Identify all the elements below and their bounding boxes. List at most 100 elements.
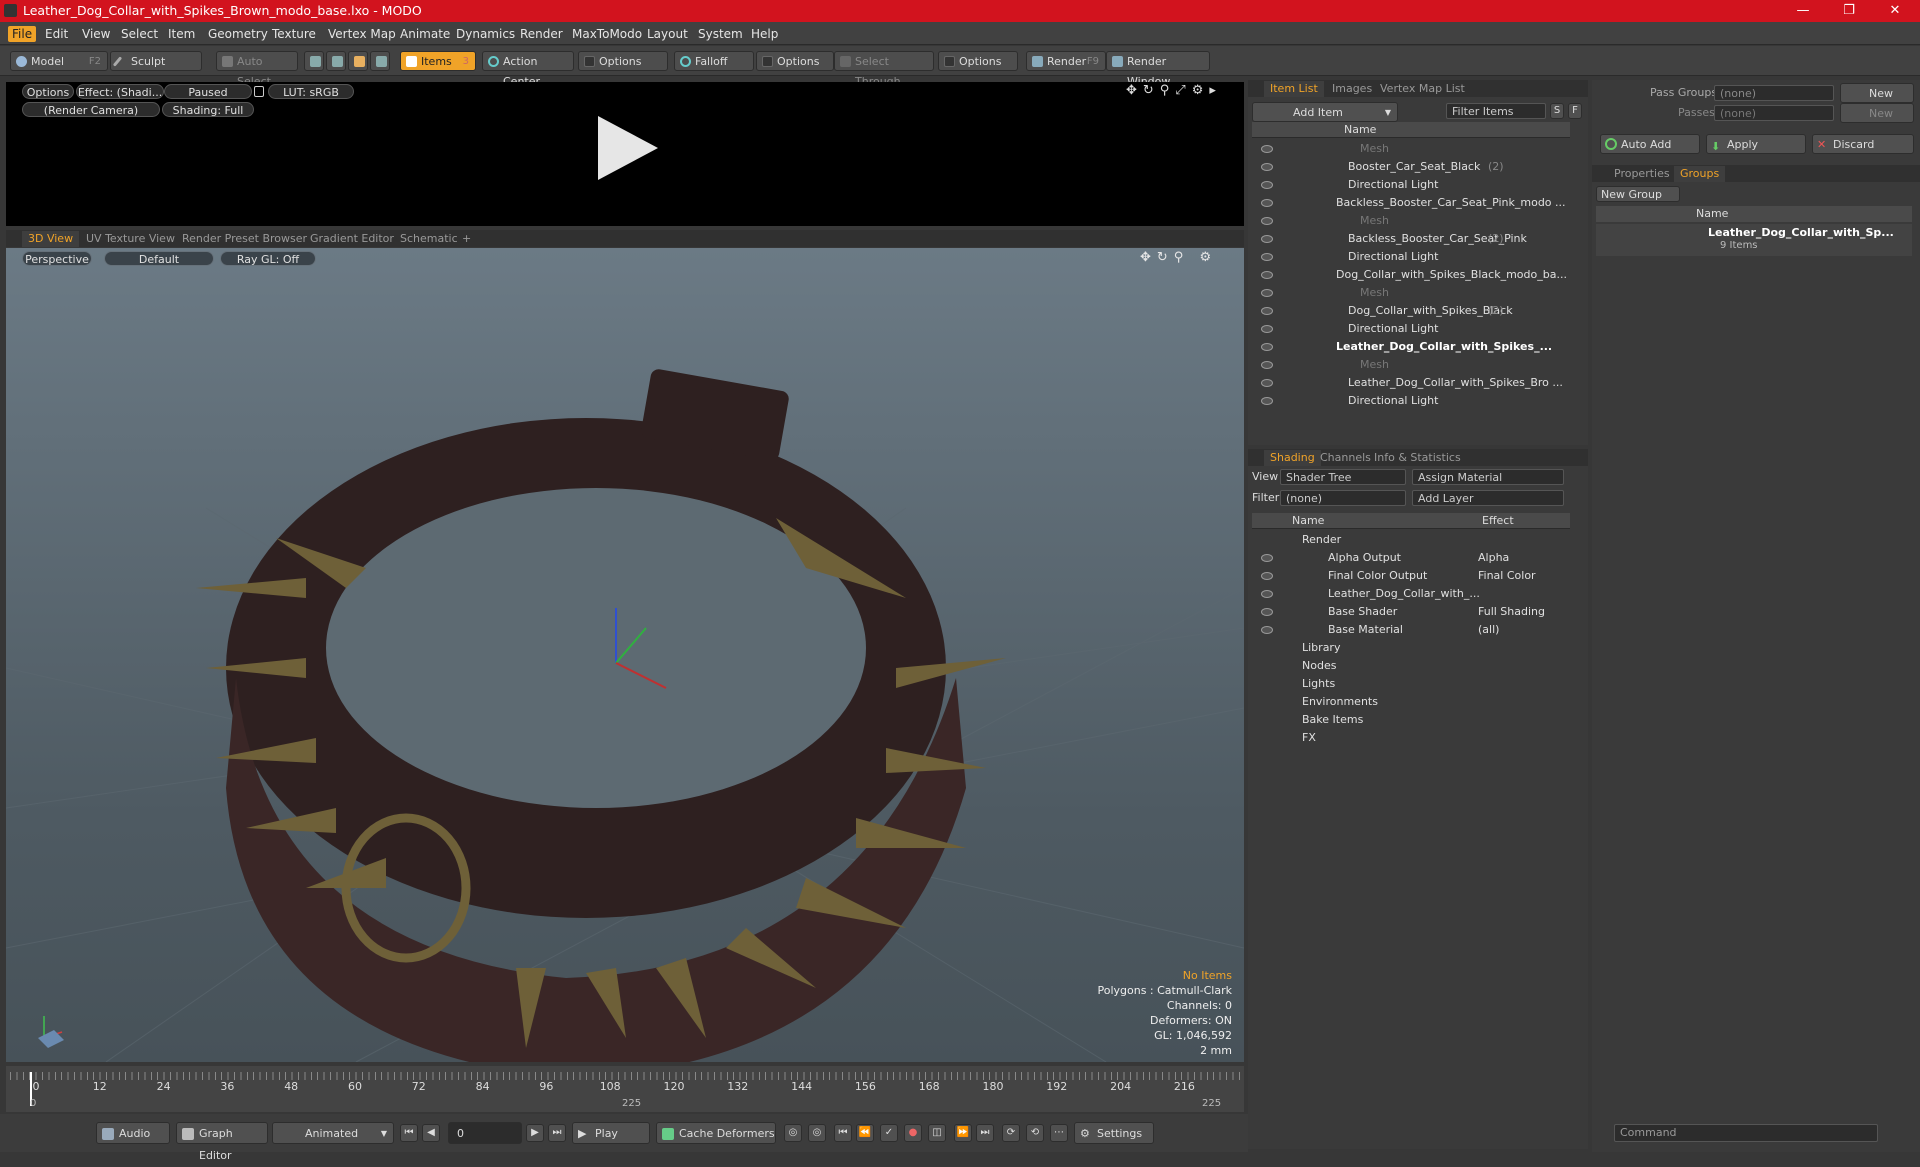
visibility-eye-icon[interactable] (1261, 163, 1273, 171)
shader-row[interactable]: Nodes (1252, 657, 1570, 675)
shader-row[interactable]: Leather_Dog_Collar_with_... (1252, 585, 1570, 603)
visibility-eye-icon[interactable] (1261, 397, 1273, 405)
render-window-button[interactable]: Render Window (1106, 51, 1210, 88)
item-row[interactable]: Directional Light (1252, 176, 1570, 194)
item-row[interactable]: Directional Light (1252, 392, 1570, 410)
search-s-button[interactable]: S (1550, 103, 1564, 119)
new-pass-group-button[interactable]: New (1840, 83, 1914, 103)
play-icon[interactable] (592, 114, 662, 182)
menu-select[interactable]: Select (117, 26, 162, 42)
render-view-controls[interactable]: ✥↻⚲⤢⚙▸ (1126, 83, 1222, 98)
key-auto-icon[interactable]: ◎ (808, 1124, 826, 1142)
visibility-eye-icon[interactable] (1261, 343, 1273, 351)
menu-texture[interactable]: Texture (268, 26, 320, 42)
tab-schematic[interactable]: Schematic (394, 231, 464, 247)
visibility-eye-icon[interactable] (1261, 235, 1273, 243)
menu-layout[interactable]: Layout (643, 26, 692, 42)
new-pass-button[interactable]: New (1840, 103, 1914, 123)
shader-row[interactable]: Final Color Output Final Color (1252, 567, 1570, 585)
item-row[interactable]: Mesh (1252, 140, 1570, 158)
model-mode-button[interactable]: Model F2 (10, 51, 108, 71)
camera-dropdown[interactable]: (Render Camera) (22, 102, 160, 117)
assign-material-button[interactable]: Assign Material (1412, 469, 1564, 485)
paused-toggle[interactable]: Paused (164, 84, 252, 99)
add-item-dropdown[interactable]: Add Item ▼ (1252, 102, 1398, 122)
key-icon[interactable]: ◎ (784, 1124, 802, 1142)
select-through-button[interactable]: Select Through (834, 51, 934, 88)
filter-dropdown[interactable]: (none) (1280, 490, 1406, 506)
menu-view[interactable]: View (78, 26, 114, 42)
record-icon[interactable]: ● (904, 1124, 922, 1142)
items-mode-button[interactable]: Items 3 (400, 51, 476, 71)
select-through-options-button[interactable]: Options (938, 51, 1018, 71)
maximize-button[interactable]: ❐ (1826, 0, 1872, 22)
menu-edit[interactable]: Edit (41, 26, 72, 42)
visibility-eye-icon[interactable] (1261, 181, 1273, 189)
shader-row[interactable]: Base Material (all) (1252, 621, 1570, 639)
shader-effect[interactable]: Alpha (1478, 549, 1509, 567)
visibility-eye-icon[interactable] (1261, 379, 1273, 387)
visibility-eye-icon[interactable] (1261, 608, 1273, 616)
tab-images[interactable]: Images (1326, 81, 1378, 97)
item-row[interactable]: Dog_Collar_with_Spikes_Black_modo_ba... (1252, 266, 1570, 284)
tab-gradient-editor[interactable]: Gradient Editor (304, 231, 400, 247)
play-button[interactable]: ▶ Play (572, 1122, 650, 1144)
passes-dropdown[interactable]: (none) (1714, 105, 1834, 121)
menu-dynamics[interactable]: Dynamics (452, 26, 519, 42)
action-center-options-button[interactable]: Options (578, 51, 668, 71)
graph-editor-button[interactable]: Graph Editor (176, 1122, 268, 1162)
visibility-eye-icon[interactable] (1261, 199, 1273, 207)
menu-help[interactable]: Help (747, 26, 782, 42)
visibility-eye-icon[interactable] (1261, 361, 1273, 369)
item-row[interactable]: Dog_Collar_with_Spikes_Black (2) (1252, 302, 1570, 320)
next-frame-icon[interactable]: ▶ (526, 1124, 544, 1142)
item-row[interactable]: Directional Light (1252, 320, 1570, 338)
key-delete-icon[interactable]: ◫ (928, 1124, 946, 1142)
item-row[interactable]: Backless_Booster_Car_Seat_Pink (2) (1252, 230, 1570, 248)
frame-input[interactable]: 0 (448, 1122, 522, 1144)
item-row[interactable]: Leather_Dog_Collar_with_Spikes_... (1252, 338, 1570, 356)
polygons-mode-button[interactable] (348, 51, 368, 71)
discard-button[interactable]: ✕ Discard (1812, 134, 1914, 154)
shader-effect[interactable]: Final Color (1478, 567, 1536, 585)
visibility-eye-icon[interactable] (1261, 217, 1273, 225)
menu-render[interactable]: Render (516, 26, 567, 42)
add-tab-button[interactable]: + (456, 231, 477, 247)
shader-row[interactable]: Base Shader Full Shading (1252, 603, 1570, 621)
group-row[interactable]: Leather_Dog_Collar_with_Sp... 9 Items (1596, 224, 1912, 256)
visibility-eye-icon[interactable] (1261, 572, 1273, 580)
visibility-eye-icon[interactable] (1261, 307, 1273, 315)
shader-tree-dropdown[interactable]: Shader Tree (1280, 469, 1406, 485)
lut-dropdown[interactable]: LUT: sRGB (268, 84, 354, 99)
3d-viewport[interactable]: Perspective Default Ray GL: Off ✥↻⚲ ⚙ No… (6, 248, 1244, 1062)
auto-add-button[interactable]: Auto Add (1600, 134, 1700, 154)
menu-file[interactable]: File (8, 26, 37, 42)
menu-item[interactable]: Item (164, 26, 199, 42)
visibility-eye-icon[interactable] (1261, 626, 1273, 634)
next-key-icon[interactable]: ⏩ (954, 1124, 972, 1142)
pass-groups-dropdown[interactable]: (none) (1714, 85, 1834, 101)
settings-button[interactable]: ⚙ Settings (1074, 1122, 1154, 1144)
command-input[interactable]: Command (1614, 1124, 1878, 1142)
prev-key-icon[interactable]: ⏮ (834, 1124, 852, 1142)
render-options-button[interactable]: Options (22, 84, 74, 99)
shader-row[interactable]: Bake Items (1252, 711, 1570, 729)
visibility-eye-icon[interactable] (1261, 289, 1273, 297)
filter-items-input[interactable]: Filter Items (1446, 103, 1546, 119)
item-row[interactable]: Booster_Car_Seat_Black (2) (1252, 158, 1570, 176)
new-group-button[interactable]: New Group (1596, 186, 1680, 202)
shader-row[interactable]: Lights (1252, 675, 1570, 693)
tab-item-list[interactable]: Item List (1264, 81, 1324, 97)
tab-uv-texture-view[interactable]: UV Texture View (80, 231, 181, 247)
auto-select-button[interactable]: Auto Select (216, 51, 298, 88)
apply-button[interactable]: ⬇ Apply (1706, 134, 1806, 154)
edges-mode-button[interactable] (326, 51, 346, 71)
menu-maxtomodo[interactable]: MaxToModo (568, 26, 646, 42)
first-frame-icon[interactable]: ⏮ (400, 1124, 418, 1142)
cache-deformers-button[interactable]: Cache Deformers (656, 1122, 776, 1144)
menu-vertex-map[interactable]: Vertex Map (324, 26, 400, 42)
visibility-eye-icon[interactable] (1261, 145, 1273, 153)
lock-icon[interactable] (254, 86, 264, 97)
loop2-icon[interactable]: ⟲ (1026, 1124, 1044, 1142)
add-layer-dropdown[interactable]: Add Layer (1412, 490, 1564, 506)
